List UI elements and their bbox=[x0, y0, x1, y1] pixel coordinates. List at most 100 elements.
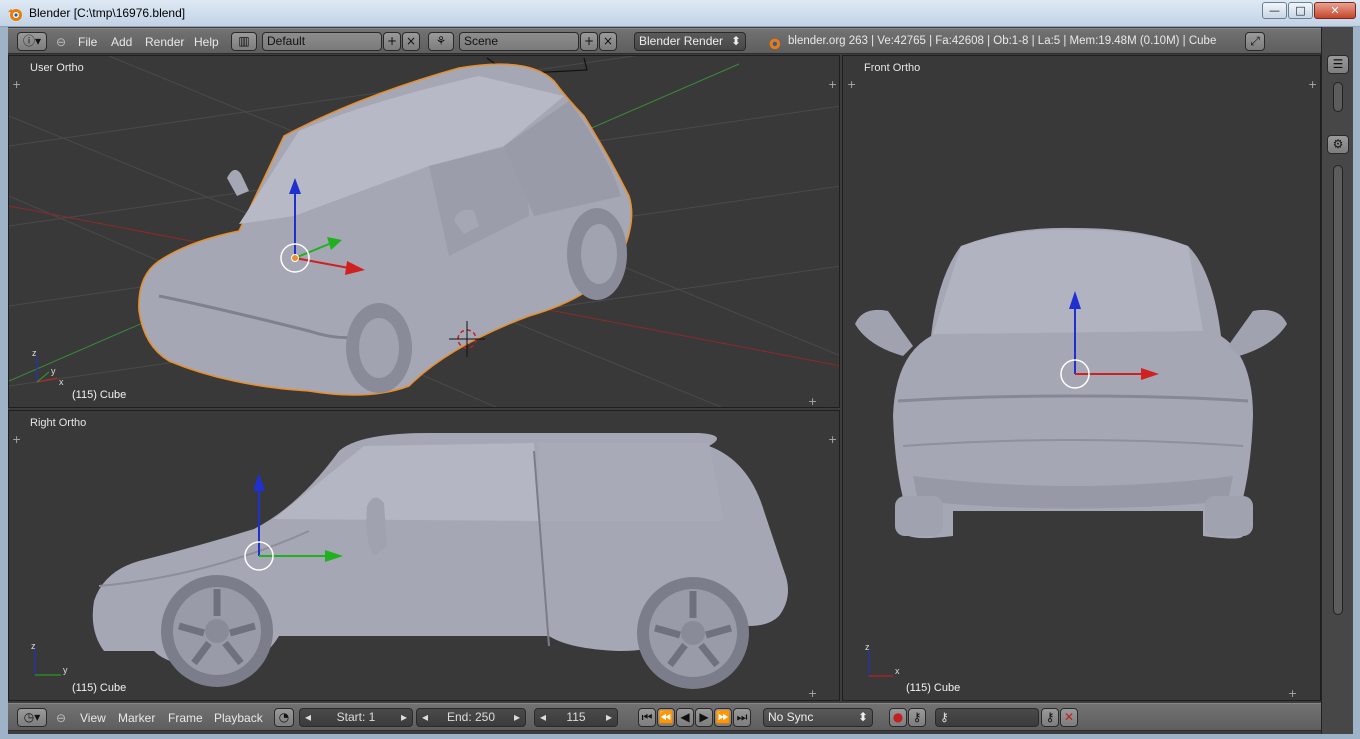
screen-layout-field[interactable]: Default bbox=[262, 32, 382, 51]
viewport-label: Right Ortho bbox=[30, 417, 87, 429]
close-icon: ✕ bbox=[1330, 4, 1340, 17]
blender-logo-icon bbox=[8, 9, 22, 21]
user-ortho-scene: xy z bbox=[9, 56, 839, 407]
collapse-menu-icon[interactable]: ⊖ bbox=[56, 35, 66, 49]
jump-end-icon: ⏭ bbox=[736, 710, 748, 724]
menu-help[interactable]: Help bbox=[194, 35, 219, 49]
region-corner-plus-icon[interactable]: + bbox=[12, 78, 21, 91]
remove-screen-button[interactable]: × bbox=[402, 32, 420, 51]
screen-layout-icon[interactable]: ▥ bbox=[231, 32, 257, 51]
info-header: ⓘ▾ ⊖ File Add Render Help ▥ Default + × … bbox=[8, 28, 1353, 54]
viewport-user-ortho[interactable]: xy z User Ortho (115) Cube + + + bbox=[8, 55, 840, 408]
maximize-icon: □ bbox=[1295, 4, 1306, 17]
fullscreen-button[interactable]: ⤢ bbox=[1245, 32, 1265, 51]
remove-scene-button[interactable]: × bbox=[599, 32, 617, 51]
blender-window: Blender [C:\tmp\16976.blend] — □ ✕ ⓘ▾ ⊖ … bbox=[0, 0, 1360, 739]
arrow-right-icon: ▸ bbox=[605, 710, 612, 724]
play-button[interactable]: ▶ bbox=[695, 708, 713, 727]
region-corner-plus-icon[interactable]: + bbox=[847, 78, 856, 91]
properties-editor-button[interactable]: ⚙ bbox=[1327, 135, 1349, 154]
title-bar: Blender [C:\tmp\16976.blend] — □ ✕ bbox=[0, 0, 1360, 27]
svg-text:z: z bbox=[865, 642, 870, 652]
car-side-mesh bbox=[92, 433, 788, 689]
active-object-label: (115) Cube bbox=[72, 682, 127, 694]
end-frame-value: End: 250 bbox=[446, 710, 496, 724]
sync-mode-label: No Sync bbox=[768, 710, 814, 724]
region-corner-plus-icon[interactable]: + bbox=[12, 433, 21, 446]
car-mesh bbox=[138, 63, 633, 396]
delete-keyframe-button[interactable]: ✕ bbox=[1060, 708, 1078, 727]
outliner-scrollbar[interactable] bbox=[1333, 82, 1343, 112]
add-screen-button[interactable]: + bbox=[383, 32, 401, 51]
viewport-label: User Ortho bbox=[30, 62, 84, 74]
scene-icon[interactable]: ⚘ bbox=[428, 32, 454, 51]
rewind-icon: ⏪ bbox=[658, 710, 674, 724]
insert-key-icon: ⚷ bbox=[1045, 710, 1055, 724]
car-front-mesh bbox=[855, 227, 1287, 539]
start-frame-field[interactable]: ◂ Start: 1 ▸ bbox=[299, 708, 413, 727]
insert-keyframe-button[interactable]: ⚷ bbox=[1041, 708, 1059, 727]
play-icon: ▶ bbox=[699, 710, 709, 724]
editor-type-button[interactable]: ⓘ▾ bbox=[17, 32, 47, 51]
menu-file[interactable]: File bbox=[78, 35, 97, 49]
keying-set-button[interactable]: ⚷ bbox=[908, 708, 926, 727]
arrow-right-icon: ▸ bbox=[400, 710, 407, 724]
arrow-right-icon: ▸ bbox=[513, 710, 520, 724]
preview-range-button[interactable]: ◔ bbox=[274, 708, 294, 727]
menu-render[interactable]: Render bbox=[145, 35, 184, 49]
svg-text:x: x bbox=[895, 666, 900, 676]
blender-logo-icon bbox=[769, 38, 781, 50]
current-frame-field[interactable]: ◂ 115 ▸ bbox=[534, 708, 618, 727]
current-frame-value: 115 bbox=[566, 710, 586, 724]
chevron-updown-icon: ⬍ bbox=[730, 34, 741, 48]
play-reverse-button[interactable]: ◀ bbox=[676, 708, 694, 727]
svg-text:x: x bbox=[59, 377, 64, 387]
menu-marker[interactable]: Marker bbox=[118, 711, 155, 725]
outliner-editor-button[interactable]: ☰ bbox=[1327, 55, 1349, 74]
sync-mode-dropdown[interactable]: No Sync ⬍ bbox=[763, 708, 873, 727]
region-corner-plus-icon[interactable]: + bbox=[828, 78, 837, 91]
keying-set-field[interactable]: ⚷ bbox=[935, 708, 1039, 727]
viewport-front-ortho[interactable]: xz Front Ortho (115) Cube + + + bbox=[842, 55, 1321, 701]
record-button[interactable]: ● bbox=[889, 708, 907, 727]
menu-frame[interactable]: Frame bbox=[168, 711, 203, 725]
region-corner-plus-icon[interactable]: + bbox=[808, 395, 817, 407]
collapse-menu-icon[interactable]: ⊖ bbox=[56, 711, 66, 725]
svg-text:y: y bbox=[63, 665, 68, 675]
jump-start-button[interactable]: ⏮ bbox=[638, 708, 656, 727]
menu-view[interactable]: View bbox=[80, 711, 106, 725]
viewport-right-ortho[interactable]: yz Right Ortho (115) Cube + + + bbox=[8, 410, 840, 701]
timeline-header: ◷▾ ⊖ View Marker Frame Playback ◔ ◂ Start… bbox=[8, 703, 1321, 731]
add-scene-button[interactable]: + bbox=[580, 32, 598, 51]
menu-playback[interactable]: Playback bbox=[214, 711, 263, 725]
active-object-label: (115) Cube bbox=[906, 682, 961, 694]
info-icon: ⓘ▾ bbox=[22, 34, 42, 48]
menu-add[interactable]: Add bbox=[111, 35, 132, 49]
fullscreen-icon: ⤢ bbox=[1250, 34, 1260, 48]
minimize-icon: — bbox=[1269, 4, 1280, 17]
region-corner-plus-icon[interactable]: + bbox=[1308, 78, 1317, 91]
start-frame-value: Start: 1 bbox=[336, 710, 376, 724]
jump-keyframe-back-button[interactable]: ⏪ bbox=[657, 708, 675, 727]
minimize-button[interactable]: — bbox=[1262, 2, 1287, 19]
jump-end-button[interactable]: ⏭ bbox=[733, 708, 751, 727]
jump-keyframe-forward-button[interactable]: ⏩ bbox=[714, 708, 732, 727]
view-axis-widget: xz bbox=[865, 642, 900, 677]
key-icon: ⚷ bbox=[940, 710, 949, 724]
close-button[interactable]: ✕ bbox=[1314, 2, 1356, 19]
arrow-left-icon: ◂ bbox=[422, 710, 429, 724]
svg-text:z: z bbox=[31, 641, 36, 651]
end-frame-field[interactable]: ◂ End: 250 ▸ bbox=[416, 708, 526, 727]
scene-field[interactable]: Scene bbox=[459, 32, 579, 51]
region-corner-plus-icon[interactable]: + bbox=[808, 687, 817, 700]
editor-type-button[interactable]: ◷▾ bbox=[17, 708, 47, 727]
maximize-button[interactable]: □ bbox=[1288, 2, 1313, 19]
view-axis-widget: xy z bbox=[32, 348, 64, 387]
render-engine-dropdown[interactable]: Blender Render ⬍ bbox=[634, 32, 746, 51]
clock-icon: ◷▾ bbox=[23, 710, 41, 724]
region-corner-plus-icon[interactable]: + bbox=[828, 433, 837, 446]
region-corner-plus-icon[interactable]: + bbox=[1288, 687, 1297, 700]
right-ortho-scene: yz bbox=[31, 433, 788, 689]
properties-scrollbar[interactable] bbox=[1333, 165, 1343, 615]
arrow-left-icon: ◂ bbox=[305, 710, 312, 724]
